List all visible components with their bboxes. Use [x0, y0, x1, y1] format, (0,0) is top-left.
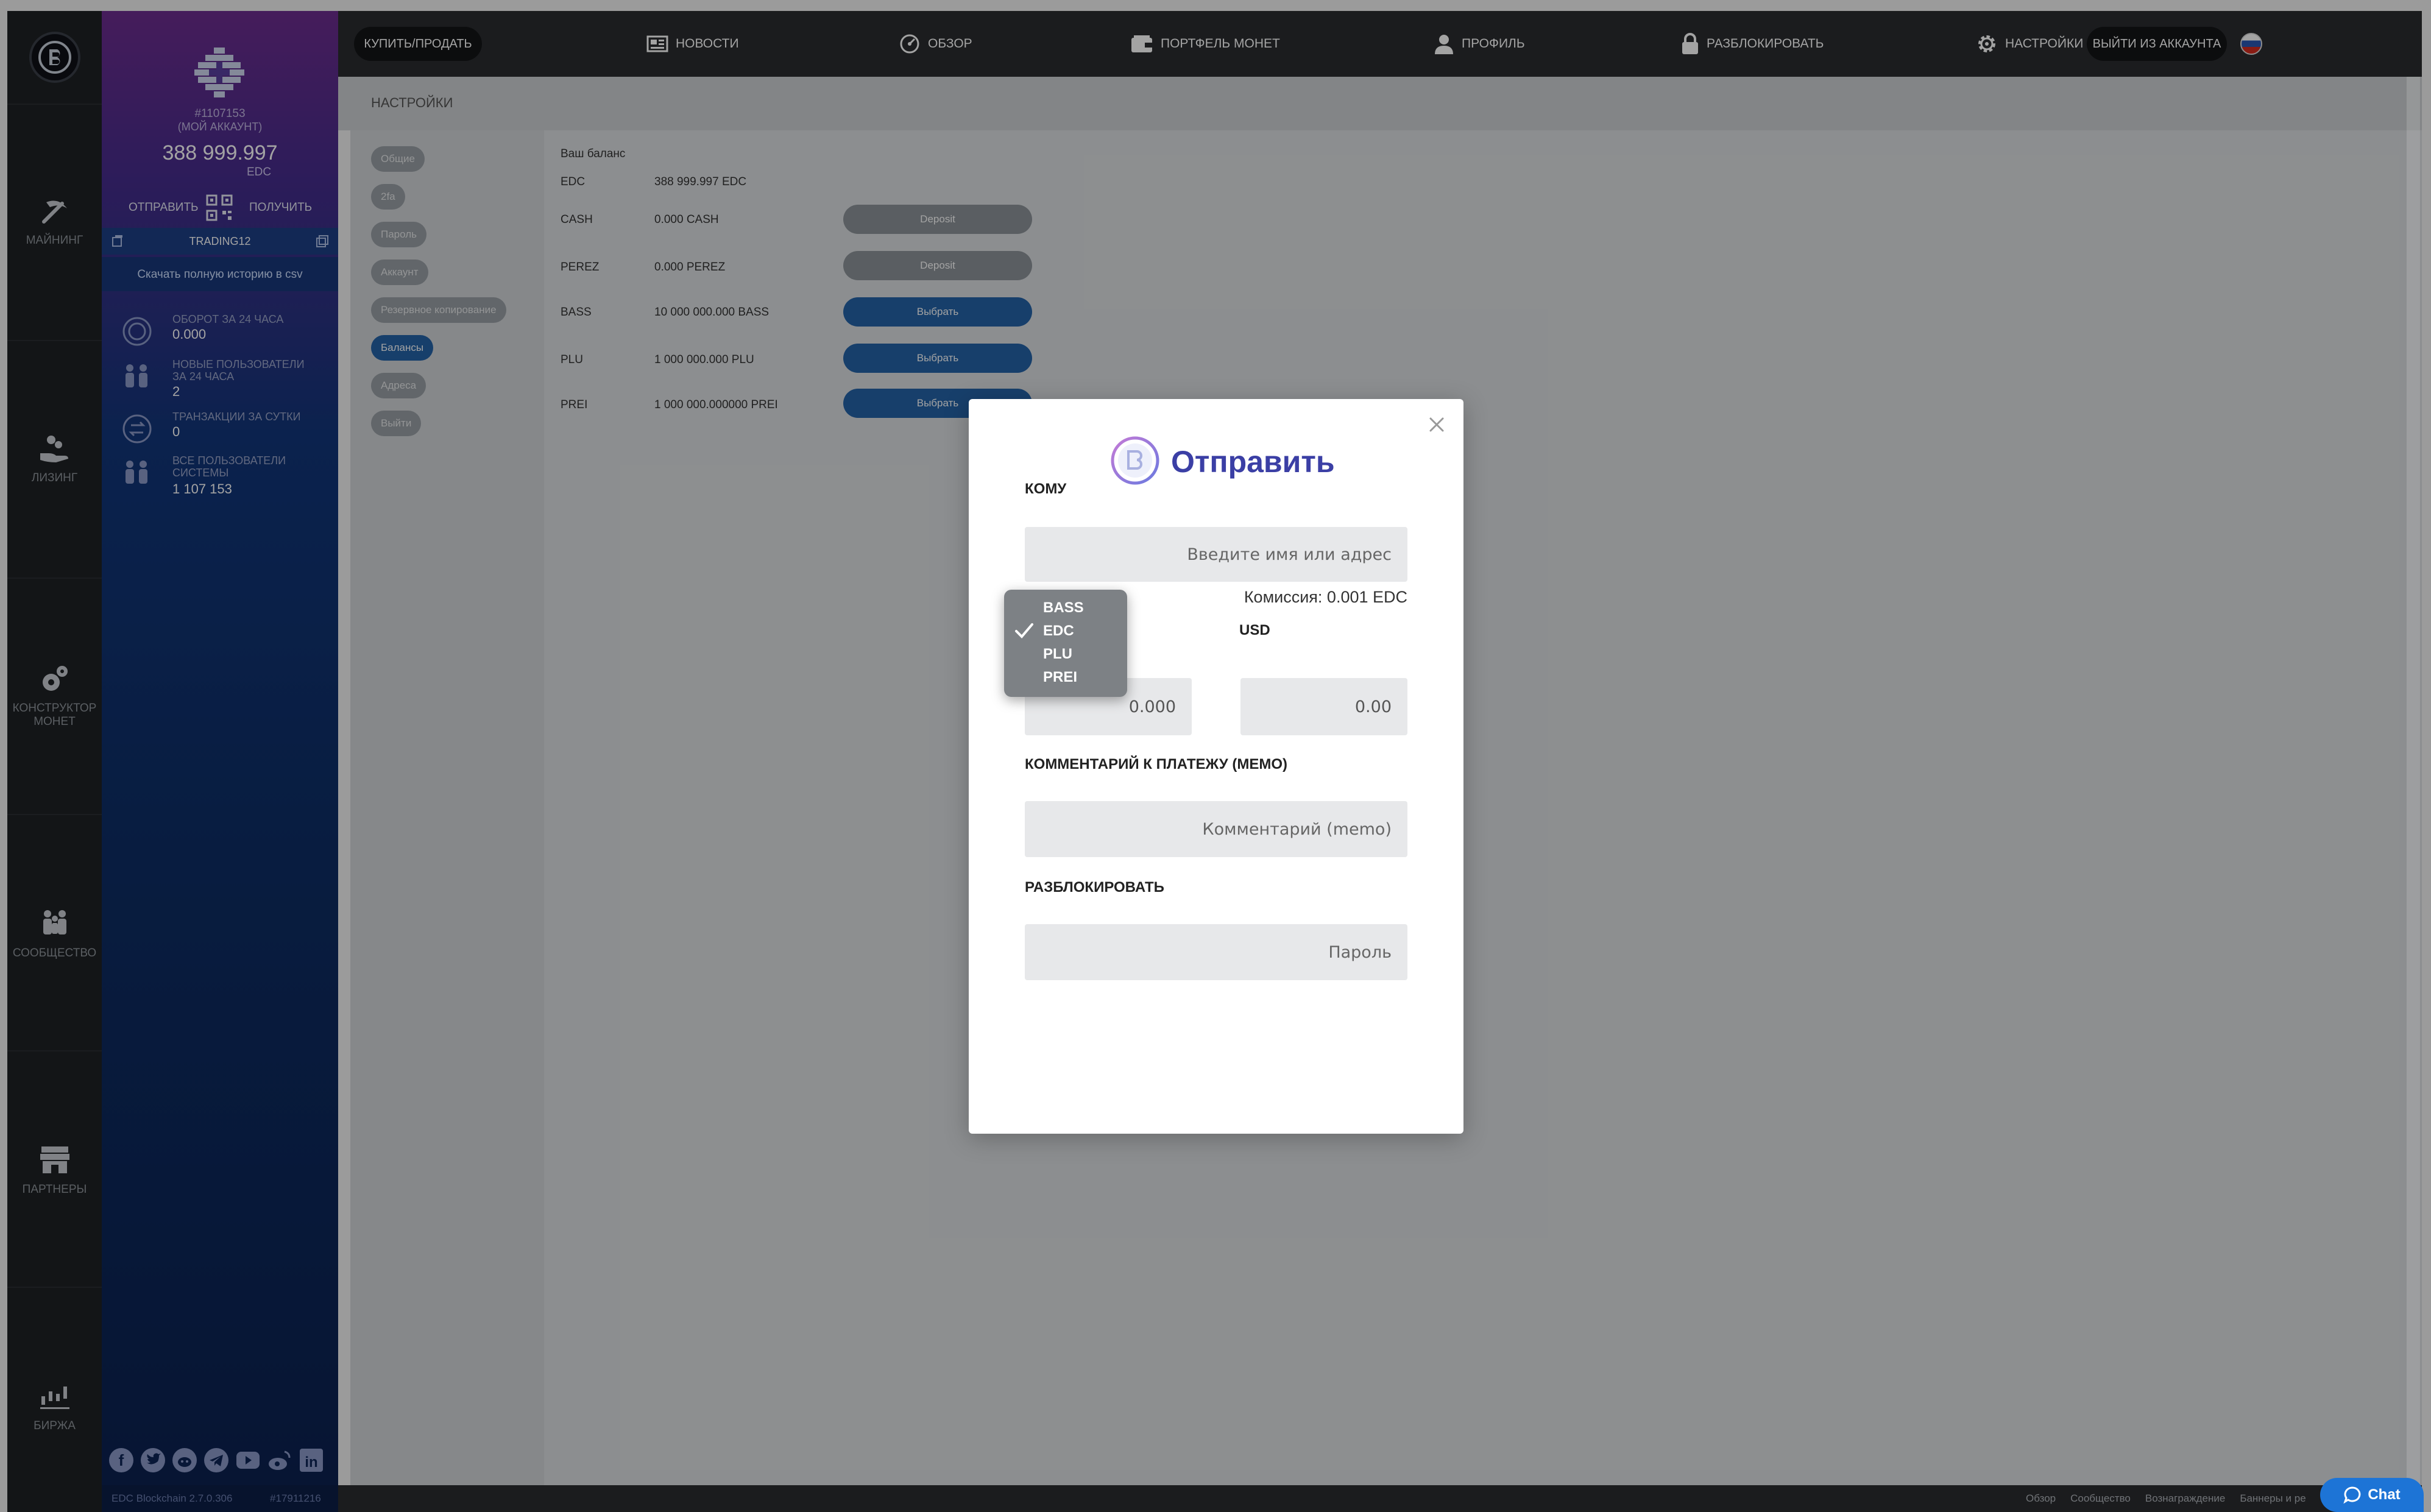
edc-coin-icon — [1110, 436, 1160, 486]
modal-title: Отправить — [1171, 445, 1335, 479]
send-modal: Отправить КОМУ Комиссия: 0.001 EDC USD К… — [969, 399, 1463, 1134]
checkmark-icon — [1015, 623, 1033, 638]
commission-text: Комиссия: 0.001 EDC — [1244, 588, 1407, 606]
memo-input[interactable] — [1025, 801, 1407, 857]
unlock-label: РАЗБЛОКИРОВАТЬ — [1025, 879, 1164, 896]
chat-button[interactable]: Chat — [2320, 1478, 2424, 1512]
close-icon[interactable] — [1423, 411, 1450, 438]
currency-option-plu[interactable]: PLU — [1043, 646, 1072, 663]
chat-bubble-icon — [2343, 1486, 2361, 1504]
usd-label: USD — [1239, 622, 1270, 638]
to-label: КОМУ — [1025, 481, 1067, 497]
recipient-input[interactable] — [1025, 527, 1407, 582]
scrollbar[interactable] — [2407, 77, 2420, 1485]
currency-option-edc[interactable]: EDC — [1043, 623, 1074, 640]
currency-dropdown[interactable]: BASS EDC PLU PREI — [1004, 590, 1127, 697]
usd-amount-input[interactable] — [1240, 678, 1407, 735]
password-input[interactable] — [1025, 924, 1407, 980]
currency-option-prei[interactable]: PREI — [1043, 669, 1077, 686]
memo-label: КОММЕНТАРИЙ К ПЛАТЕЖУ (МЕМО) — [1025, 756, 1288, 772]
currency-option-bass[interactable]: BASS — [1043, 599, 1084, 616]
